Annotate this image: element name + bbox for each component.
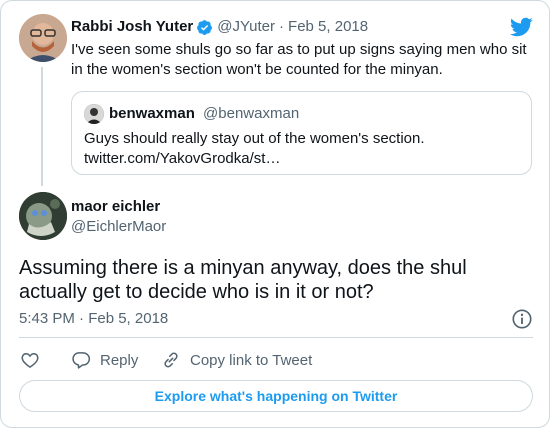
reply-icon — [72, 352, 91, 369]
heart-icon — [21, 352, 39, 368]
quoted-tweet-card[interactable]: benwaxman @benwaxman Guys should really … — [71, 91, 532, 175]
copy-link-label: Copy link to Tweet — [190, 351, 313, 369]
parent-tweet-date[interactable]: Feb 5, 2018 — [288, 17, 368, 37]
tweet-embed-card: Rabbi Josh Yuter @JYuter · Feb 5, 2018 I… — [0, 0, 550, 428]
verified-badge-icon — [197, 19, 213, 35]
quoted-author-handle: @benwaxman — [203, 105, 300, 122]
quoted-author-avatar — [84, 104, 104, 124]
parent-author-name[interactable]: Rabbi Josh Yuter — [71, 17, 193, 37]
quoted-author-name: benwaxman — [109, 105, 195, 122]
reply-button[interactable]: Reply — [71, 349, 138, 371]
explore-twitter-button[interactable]: Explore what's happening on Twitter — [19, 380, 533, 412]
reply-label: Reply — [100, 351, 139, 369]
quoted-tweet-header: benwaxman @benwaxman — [109, 104, 299, 124]
quoted-text-line: Guys should really stay out of the women… — [84, 130, 425, 147]
thread-connector-line — [41, 67, 43, 186]
parent-tweet-header: Rabbi Josh Yuter @JYuter · Feb 5, 2018 — [71, 17, 368, 37]
copy-link-button[interactable]: Copy link to Tweet — [161, 349, 312, 371]
parent-tweet-text: I've seen some shuls go so far as to put… — [71, 41, 527, 78]
main-author-handle[interactable]: @EichlerMaor — [71, 217, 166, 237]
header-separator: · — [279, 18, 285, 35]
parent-author-avatar[interactable] — [19, 14, 67, 62]
like-button[interactable] — [20, 349, 40, 371]
main-author-avatar[interactable] — [19, 192, 67, 240]
action-divider — [19, 337, 533, 338]
main-author-name[interactable]: maor eichler — [71, 197, 160, 217]
quoted-link-text: twitter.com/YakovGrodka/st… — [84, 150, 281, 167]
link-icon — [164, 352, 178, 368]
quoted-tweet-text: Guys should really stay out of the women… — [84, 129, 519, 169]
twitter-bird-icon[interactable] — [509, 15, 533, 39]
info-icon[interactable] — [511, 308, 533, 330]
main-tweet-text: Assuming there is a minyan anyway, does … — [19, 257, 467, 303]
tweet-timestamp[interactable]: 5:43 PM · Feb 5, 2018 — [19, 309, 168, 329]
parent-author-handle[interactable]: @JYuter — [217, 17, 275, 37]
